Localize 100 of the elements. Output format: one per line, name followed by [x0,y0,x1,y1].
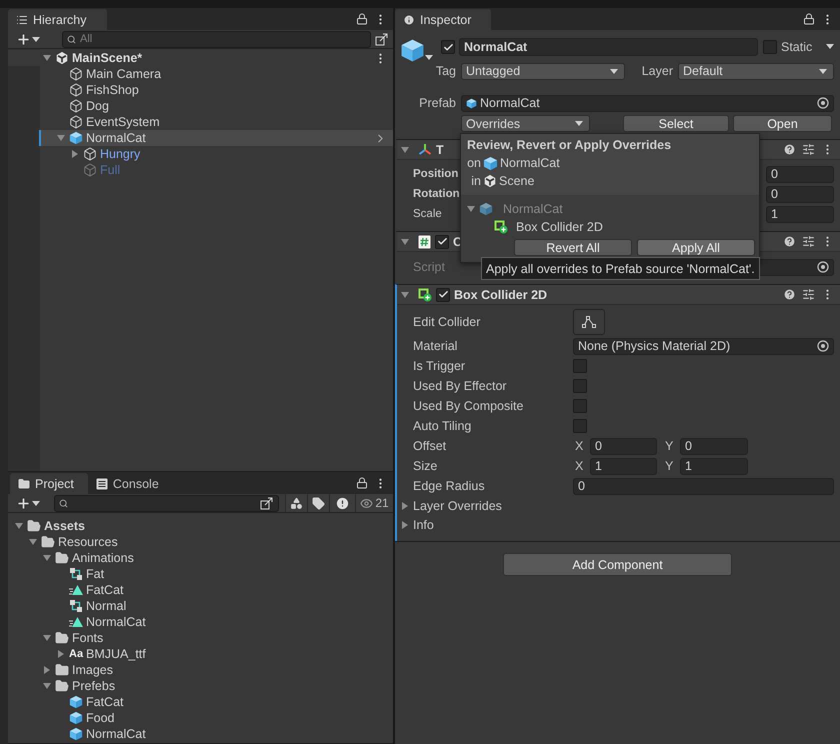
asset-item[interactable]: NormalCat [8,726,393,742]
caret-icon [32,36,40,42]
asset-item[interactable]: FatCat [8,694,393,710]
name-field[interactable]: NormalCat [459,38,758,56]
help-icon[interactable] [783,143,796,156]
number-field[interactable]: 0 [680,438,748,454]
asset-item[interactable]: Normal [8,598,393,614]
hierarchy-item[interactable]: Hungry [8,146,393,162]
right-triangle-icon[interactable] [401,502,409,510]
open-button[interactable]: Open [733,115,832,132]
layer-dropdown[interactable]: Default [678,62,834,80]
sliders-icon[interactable] [802,143,815,156]
asset-item[interactable]: Assets [8,518,393,534]
object-field[interactable]: NormalCat [461,94,834,112]
down-triangle-icon[interactable] [401,290,409,298]
popout-icon[interactable] [375,32,389,46]
tag-dropdown[interactable]: Untagged [461,62,625,80]
revert-all-button[interactable]: Revert All [514,239,632,256]
hierarchy-item[interactable]: Main Camera [8,66,393,82]
cube-outline-icon [69,115,83,129]
asset-item[interactable]: Animations [8,550,393,566]
hierarchy-item[interactable]: FishShop [8,82,393,98]
down-triangle-icon[interactable] [29,538,37,546]
down-triangle-icon[interactable] [57,134,65,142]
apply-all-button[interactable]: Apply All [637,239,755,256]
down-triangle-icon[interactable] [43,554,51,562]
down-triangle-icon[interactable] [401,146,409,154]
hierarchy-item[interactable]: EventSystem [8,114,393,130]
panel-tab[interactable]: Hierarchy [8,9,106,30]
right-triangle-icon[interactable] [57,650,65,658]
filter-label-button[interactable] [307,494,329,512]
checkbox[interactable] [573,359,587,373]
property-label: Position [413,168,458,180]
asset-item[interactable]: Fat [8,566,393,582]
sliders-icon[interactable] [802,235,815,248]
hidden-packages-button[interactable]: 21 [355,494,393,512]
scene-icon [483,174,497,188]
popout-icon[interactable] [260,496,274,510]
number-field[interactable]: 0 [573,478,834,494]
caret-icon [575,121,583,126]
down-triangle-icon[interactable] [43,682,51,690]
lock-icon[interactable] [356,13,368,25]
asset-item[interactable]: Prefebs [8,678,393,694]
sliders-icon[interactable] [802,288,815,301]
asset-item[interactable]: FatCat [8,582,393,598]
checkbox[interactable] [573,379,587,393]
down-triangle-icon[interactable] [43,634,51,642]
asset-item[interactable]: Food [8,710,393,726]
asset-item[interactable]: Aa BMJUA_ttf [8,646,393,662]
down-triangle-icon[interactable] [401,238,409,246]
checkbox[interactable] [573,419,587,433]
select-button[interactable]: Select [623,115,729,132]
target-icon[interactable] [817,340,829,352]
lock-icon[interactable] [803,13,815,25]
help-icon[interactable] [783,235,796,248]
add-component-button[interactable]: Add Component [503,553,732,576]
target-icon[interactable] [817,261,829,273]
number-field[interactable]: 1 [766,206,834,222]
search-field[interactable] [54,494,279,512]
checkbox[interactable] [435,234,449,248]
right-triangle-icon[interactable] [43,666,51,674]
checkbox[interactable] [441,40,455,54]
asset-item[interactable]: Resources [8,534,393,550]
panel-tab[interactable]: Console [88,473,173,494]
search-field[interactable]: All [62,30,371,48]
number-field[interactable]: 0 [766,186,834,202]
checkbox[interactable] [436,288,450,302]
edit-collider-button[interactable] [573,309,605,335]
right-triangle-icon[interactable] [401,520,409,528]
object-field[interactable]: None (Physics Material 2D) [573,338,834,354]
down-triangle-icon[interactable] [467,205,475,213]
checkbox[interactable] [763,40,777,54]
down-triangle-icon[interactable] [43,54,51,62]
number-field[interactable]: 0 [766,166,834,182]
alert-button[interactable] [329,494,355,512]
foldout-label[interactable]: Info [413,518,434,532]
number-field[interactable]: 0 [590,438,657,454]
help-icon[interactable] [783,288,796,301]
checkbox[interactable] [573,399,587,413]
cube-icon [483,156,498,170]
panel-tab[interactable]: Project [10,473,88,494]
foldout-label[interactable]: Layer Overrides [413,498,502,512]
target-icon[interactable] [817,97,829,109]
hierarchy-item[interactable]: Dog [8,98,393,114]
right-triangle-icon[interactable] [71,150,79,158]
down-triangle-icon[interactable] [15,522,23,530]
animation-clip-icon [69,615,83,629]
override-item[interactable]: Box Collider 2D [516,220,603,234]
panel-tab[interactable]: Inspector [395,9,492,30]
static-label: Static [781,40,812,54]
asset-item[interactable]: Images [8,662,393,678]
number-field[interactable]: 1 [680,458,748,474]
filter-type-button[interactable] [285,494,307,512]
asset-item[interactable]: NormalCat [8,614,393,630]
component-header[interactable]: Box Collider 2D [397,285,840,305]
lock-icon[interactable] [356,477,368,489]
open-folder-icon [55,631,69,645]
number-field[interactable]: 1 [590,458,657,474]
overrides-dropdown[interactable]: Overrides [461,115,590,132]
asset-item[interactable]: Fonts [8,630,393,646]
